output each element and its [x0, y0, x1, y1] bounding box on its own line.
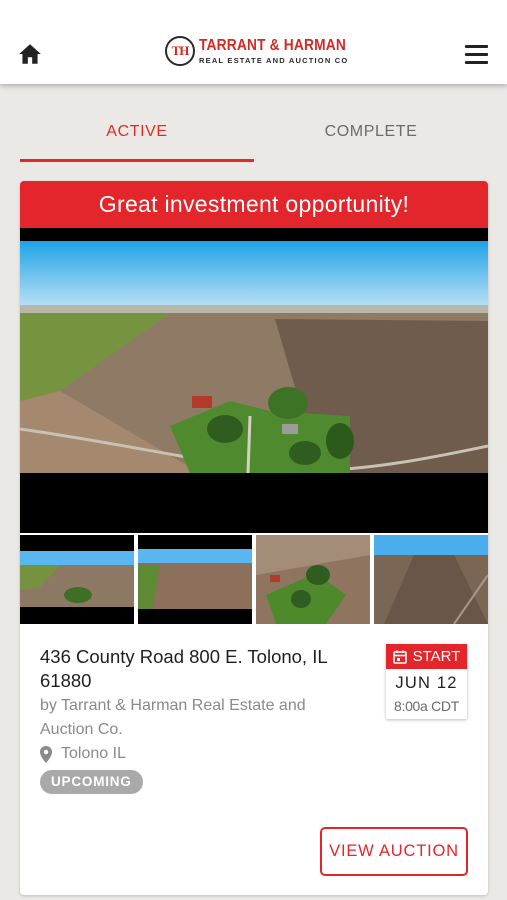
status-badge: UPCOMING: [40, 770, 143, 794]
logo-tagline: REAL ESTATE AND AUCTION CO: [199, 56, 349, 65]
tab-complete[interactable]: COMPLETE: [254, 112, 488, 162]
calendar-icon: [392, 650, 407, 664]
view-auction-button[interactable]: VIEW AUCTION: [320, 827, 468, 876]
start-label: START: [412, 648, 461, 665]
start-label-bar: START: [386, 644, 467, 669]
hero-photo: [20, 241, 488, 473]
auction-start-box: START JUN 12 8:00a CDT: [386, 644, 467, 719]
start-date: JUN 12: [395, 674, 458, 692]
photo-thumbnail[interactable]: [374, 535, 488, 624]
photo-thumbnail[interactable]: [138, 535, 252, 624]
photo-thumbnail-strip: [20, 535, 488, 624]
listing-byline: by Tarrant & Harman Real Estate and Auct…: [40, 697, 306, 738]
home-icon[interactable]: [17, 41, 43, 67]
listing-banner: Great investment opportunity!: [20, 181, 488, 228]
top-app-bar: TH TARRANT & HARMAN REAL ESTATE AND AUCT…: [0, 0, 507, 84]
start-time: 8:00a CDT: [394, 698, 459, 714]
logo-monogram: TH: [165, 36, 195, 66]
photo-thumbnail[interactable]: [20, 535, 134, 624]
hamburger-menu-icon[interactable]: [465, 45, 489, 65]
map-pin-icon: [40, 745, 52, 763]
logo-name: TARRANT & HARMAN: [199, 37, 346, 54]
photo-thumbnail[interactable]: [256, 535, 370, 624]
listing-address[interactable]: 436 County Road 800 E. Tolono, IL 61880: [40, 645, 358, 693]
listing-location: Tolono IL: [40, 745, 126, 763]
location-text: Tolono IL: [61, 745, 126, 762]
tab-active[interactable]: ACTIVE: [20, 112, 254, 162]
hero-photo-frame[interactable]: [20, 228, 488, 533]
auction-status-tabs: ACTIVE COMPLETE: [20, 112, 488, 164]
company-logo[interactable]: TH TARRANT & HARMAN REAL ESTATE AND AUCT…: [165, 36, 349, 68]
listing-details: 436 County Road 800 E. Tolono, IL 61880 …: [20, 624, 488, 895]
auction-listing-card[interactable]: Great investment opportunity! 436 County…: [20, 181, 488, 895]
